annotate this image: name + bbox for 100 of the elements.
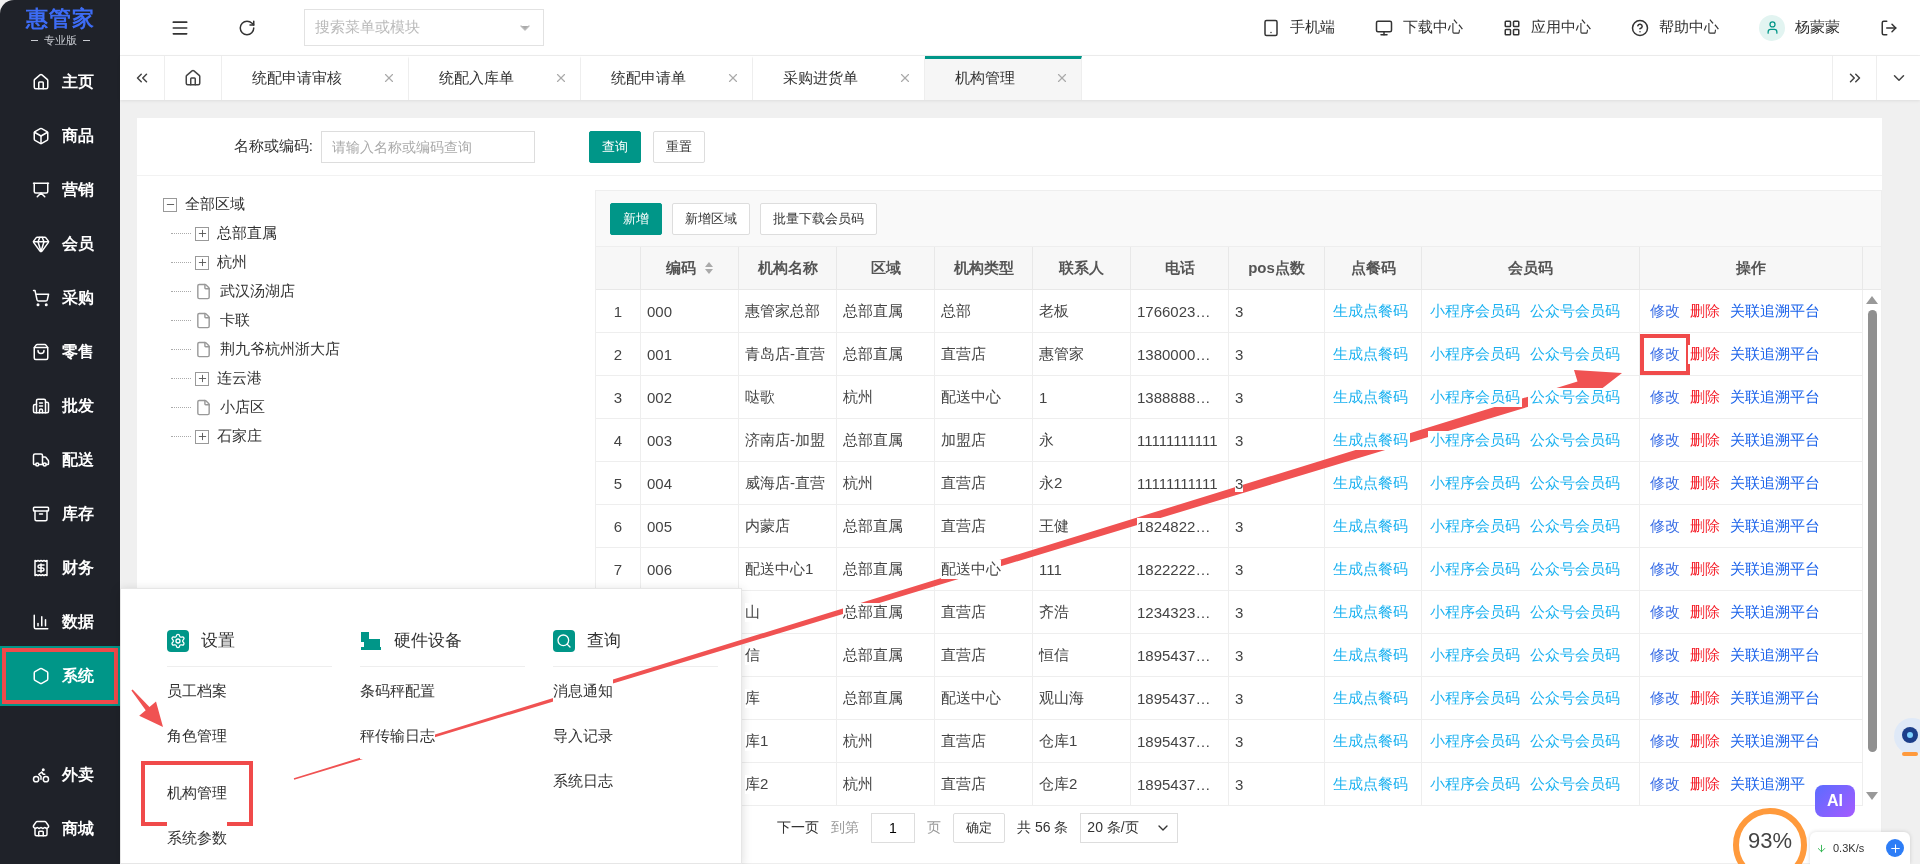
order-code-link[interactable]: 生成点餐码 bbox=[1331, 430, 1410, 450]
plus-icon[interactable] bbox=[1886, 839, 1904, 857]
platform-link[interactable]: 关联追溯平台 bbox=[1728, 516, 1822, 536]
menu-item[interactable]: 机构管理 bbox=[141, 761, 253, 826]
order-code-link[interactable]: 生成点餐码 bbox=[1331, 602, 1410, 622]
tree-node[interactable]: 荆九爷杭州浙大店 bbox=[163, 335, 595, 364]
edit-link[interactable]: 修改 bbox=[1648, 688, 1682, 708]
order-code-link[interactable]: 生成点餐码 bbox=[1331, 774, 1410, 794]
collapse-icon[interactable] bbox=[163, 197, 177, 212]
sidebar-item[interactable]: 主页 bbox=[0, 55, 120, 109]
sidebar-item[interactable]: 数据 bbox=[0, 595, 120, 649]
edit-link[interactable]: 修改 bbox=[1648, 559, 1682, 579]
order-code-link[interactable]: 生成点餐码 bbox=[1331, 516, 1410, 536]
column-header[interactable]: 编码 bbox=[641, 247, 739, 290]
platform-link[interactable]: 关联追溯平台 bbox=[1728, 645, 1822, 665]
edit-link[interactable]: 修改 bbox=[1648, 473, 1682, 493]
edit-link[interactable]: 修改 bbox=[1648, 774, 1682, 794]
delete-link[interactable]: 删除 bbox=[1688, 473, 1722, 493]
page-size-select[interactable]: 20 条/页 bbox=[1080, 813, 1179, 843]
delete-link[interactable]: 删除 bbox=[1688, 731, 1722, 751]
tree-node[interactable]: 杭州 bbox=[163, 248, 595, 277]
sidebar-item[interactable]: 配送 bbox=[0, 433, 120, 487]
home-icon[interactable] bbox=[184, 69, 202, 87]
platform-link[interactable]: 关联追溯平台 bbox=[1728, 731, 1822, 751]
tree-node[interactable]: 全部区域 bbox=[163, 190, 595, 219]
edit-link[interactable]: 修改 bbox=[1640, 333, 1690, 375]
tree-node[interactable]: 卡联 bbox=[163, 306, 595, 335]
member-code-link[interactable]: 小程序会员码 bbox=[1428, 473, 1522, 493]
member-code-link[interactable]: 公众号会员码 bbox=[1528, 688, 1622, 708]
top-link[interactable]: 手机端 bbox=[1262, 18, 1335, 37]
tab[interactable]: 机构管理 bbox=[925, 56, 1082, 100]
delete-link[interactable]: 删除 bbox=[1688, 645, 1722, 665]
toolbar-button[interactable]: 批量下载会员码 bbox=[760, 202, 877, 235]
delete-link[interactable]: 删除 bbox=[1688, 602, 1722, 622]
query-button[interactable]: 查询 bbox=[589, 130, 641, 163]
edit-link[interactable]: 修改 bbox=[1648, 645, 1682, 665]
member-code-link[interactable]: 小程序会员码 bbox=[1428, 344, 1522, 364]
sidebar-item[interactable]: 系统 bbox=[0, 646, 120, 706]
edit-link[interactable]: 修改 bbox=[1648, 602, 1682, 622]
next-page-link[interactable]: 下一页 bbox=[777, 819, 819, 837]
member-code-link[interactable]: 小程序会员码 bbox=[1428, 602, 1522, 622]
page-input[interactable]: 1 bbox=[871, 813, 915, 843]
member-code-link[interactable]: 小程序会员码 bbox=[1428, 645, 1522, 665]
member-code-link[interactable]: 公众号会员码 bbox=[1528, 645, 1622, 665]
edit-link[interactable]: 修改 bbox=[1648, 430, 1682, 450]
sidebar-item[interactable]: 商品 bbox=[0, 109, 120, 163]
platform-link[interactable]: 关联追溯平台 bbox=[1728, 301, 1822, 321]
sidebar-item[interactable]: 商城 bbox=[0, 802, 120, 856]
expand-icon[interactable] bbox=[195, 255, 209, 270]
user-menu[interactable]: 杨蒙蒙 bbox=[1759, 14, 1840, 41]
expand-icon[interactable] bbox=[195, 226, 209, 241]
sidebar-item[interactable]: 外卖 bbox=[0, 748, 120, 802]
sidebar-item[interactable]: 营销 bbox=[0, 163, 120, 217]
sidebar-item[interactable]: 库存 bbox=[0, 487, 120, 541]
member-code-link[interactable]: 小程序会员码 bbox=[1428, 731, 1522, 751]
platform-link[interactable]: 关联追溯平台 bbox=[1728, 688, 1822, 708]
member-code-link[interactable]: 公众号会员码 bbox=[1528, 516, 1622, 536]
delete-link[interactable]: 删除 bbox=[1688, 774, 1722, 794]
sidebar-item[interactable]: 会员 bbox=[0, 217, 120, 271]
tab[interactable]: 采购进货单 bbox=[753, 56, 925, 100]
reset-button[interactable]: 重置 bbox=[653, 130, 705, 163]
platform-link[interactable]: 关联追溯平台 bbox=[1728, 473, 1822, 493]
member-code-link[interactable]: 公众号会员码 bbox=[1528, 559, 1622, 579]
scroll-down-icon[interactable] bbox=[1866, 792, 1878, 800]
edit-link[interactable]: 修改 bbox=[1648, 516, 1682, 536]
member-code-link[interactable]: 小程序会员码 bbox=[1428, 774, 1522, 794]
expand-icon[interactable] bbox=[195, 429, 209, 444]
top-link[interactable]: 应用中心 bbox=[1503, 18, 1591, 37]
sidebar-item[interactable]: 批发 bbox=[0, 379, 120, 433]
tree-node[interactable]: 总部直属 bbox=[163, 219, 595, 248]
member-code-link[interactable]: 公众号会员码 bbox=[1528, 774, 1622, 794]
scroll-up-icon[interactable] bbox=[1866, 296, 1878, 304]
order-code-link[interactable]: 生成点餐码 bbox=[1331, 645, 1410, 665]
member-code-link[interactable]: 小程序会员码 bbox=[1428, 301, 1522, 321]
ai-badge[interactable]: AI bbox=[1815, 785, 1855, 817]
delete-link[interactable]: 删除 bbox=[1688, 559, 1722, 579]
toolbar-button[interactable]: 新增区域 bbox=[672, 202, 750, 235]
tree-node[interactable]: 连云港 bbox=[163, 364, 595, 393]
sidebar-item[interactable]: 零售 bbox=[0, 325, 120, 379]
expand-icon[interactable] bbox=[195, 371, 209, 386]
member-code-link[interactable]: 公众号会员码 bbox=[1528, 387, 1622, 407]
edit-link[interactable]: 修改 bbox=[1648, 731, 1682, 751]
member-code-link[interactable]: 公众号会员码 bbox=[1528, 301, 1622, 321]
tab[interactable]: 统配申请单 bbox=[581, 56, 753, 100]
confirm-button[interactable]: 确定 bbox=[953, 813, 1005, 843]
member-code-link[interactable]: 公众号会员码 bbox=[1528, 602, 1622, 622]
delete-link[interactable]: 删除 bbox=[1688, 688, 1722, 708]
order-code-link[interactable]: 生成点餐码 bbox=[1331, 731, 1410, 751]
top-link[interactable]: 帮助中心 bbox=[1631, 18, 1719, 37]
tab[interactable]: 统配入库单 bbox=[409, 56, 581, 100]
platform-link[interactable]: 关联追溯平 bbox=[1728, 774, 1807, 794]
platform-link[interactable]: 关联追溯平台 bbox=[1728, 602, 1822, 622]
tree-node[interactable]: 石家庄 bbox=[163, 422, 595, 451]
member-code-link[interactable]: 小程序会员码 bbox=[1428, 387, 1522, 407]
tab[interactable]: 统配申请审核 bbox=[222, 56, 409, 100]
edit-link[interactable]: 修改 bbox=[1648, 301, 1682, 321]
platform-link[interactable]: 关联追溯平台 bbox=[1728, 559, 1822, 579]
platform-link[interactable]: 关联追溯平台 bbox=[1728, 387, 1822, 407]
edit-link[interactable]: 修改 bbox=[1648, 387, 1682, 407]
delete-link[interactable]: 删除 bbox=[1688, 301, 1722, 321]
